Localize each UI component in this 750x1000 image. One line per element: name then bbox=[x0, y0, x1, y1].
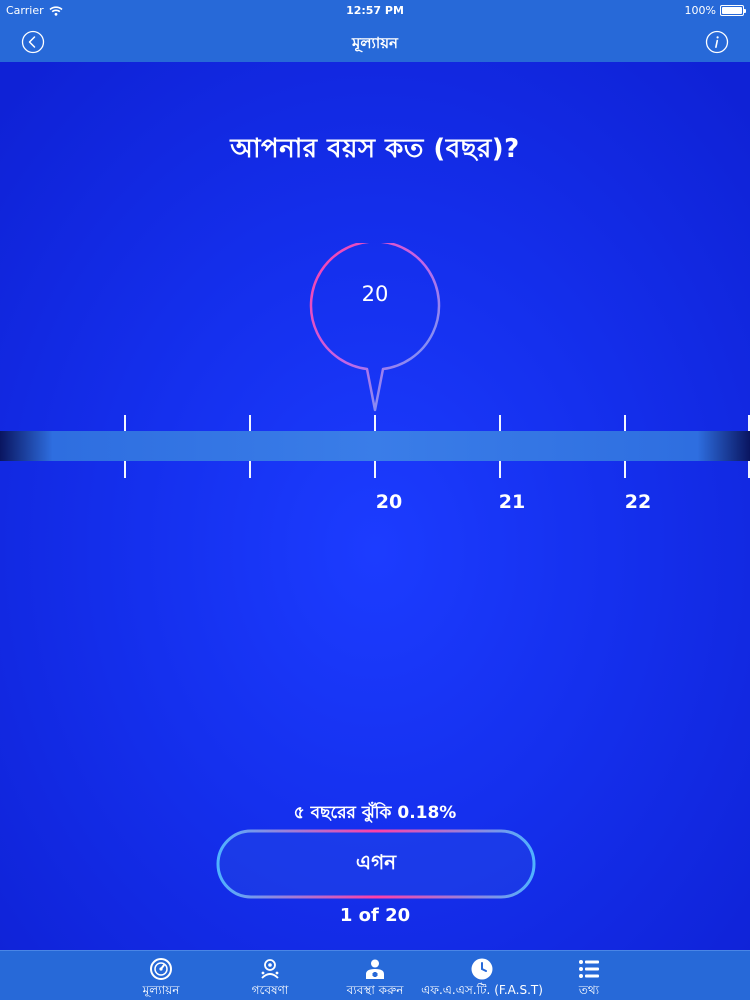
info-button[interactable] bbox=[705, 30, 729, 54]
doctor-icon bbox=[366, 959, 384, 979]
gauge-icon bbox=[150, 958, 172, 980]
battery-icon bbox=[720, 5, 746, 16]
selected-age-value: 20 bbox=[361, 282, 389, 306]
ruler-tick bbox=[624, 461, 626, 478]
tab-label: তথ্য bbox=[578, 983, 600, 997]
nav-title: মূল্যায়ন bbox=[352, 34, 398, 52]
tick-label: 20 bbox=[375, 491, 403, 513]
status-time: 12:57 PM bbox=[346, 4, 404, 17]
ruler-tick bbox=[374, 415, 376, 431]
research-icon bbox=[261, 959, 279, 979]
value-bubble bbox=[309, 243, 441, 412]
ruler-tick bbox=[748, 461, 750, 478]
ruler-tick bbox=[249, 461, 251, 478]
ruler-tick bbox=[499, 415, 501, 431]
ruler-tick bbox=[499, 461, 501, 478]
tick-label: 21 bbox=[498, 491, 526, 513]
ruler-tick bbox=[748, 415, 750, 431]
nav-bar: মূল্যায়ন bbox=[0, 22, 750, 62]
battery-percent: 100% bbox=[684, 4, 716, 17]
list-icon bbox=[579, 960, 599, 978]
ruler-tick bbox=[124, 461, 126, 478]
ruler-tick bbox=[624, 415, 626, 431]
age-picker-ruler[interactable] bbox=[0, 431, 750, 461]
ruler-tick bbox=[249, 415, 251, 431]
next-button[interactable] bbox=[216, 829, 536, 899]
risk-text: ৫ বছরের ঝুঁকি 0.18% bbox=[293, 803, 457, 823]
question-text: আপনার বয়স কত (বছর)? bbox=[230, 134, 520, 164]
status-bar: Carrier 12:57 PM 100% bbox=[0, 0, 750, 22]
clock-icon bbox=[471, 958, 493, 980]
battery-indicator: 100% bbox=[684, 4, 746, 17]
tab-info[interactable]: তথ্য bbox=[524, 951, 654, 1000]
info-circle-icon bbox=[705, 30, 729, 54]
question-progress: 1 of 20 bbox=[339, 905, 411, 926]
tab-bar: মূল্যায়ন গবেষণা ব্যবস্থা করুন এফ.এ.এস.ট… bbox=[0, 950, 750, 1000]
ruler-tick bbox=[124, 415, 126, 431]
tick-label: 22 bbox=[624, 491, 652, 513]
ruler-tick bbox=[374, 461, 376, 478]
